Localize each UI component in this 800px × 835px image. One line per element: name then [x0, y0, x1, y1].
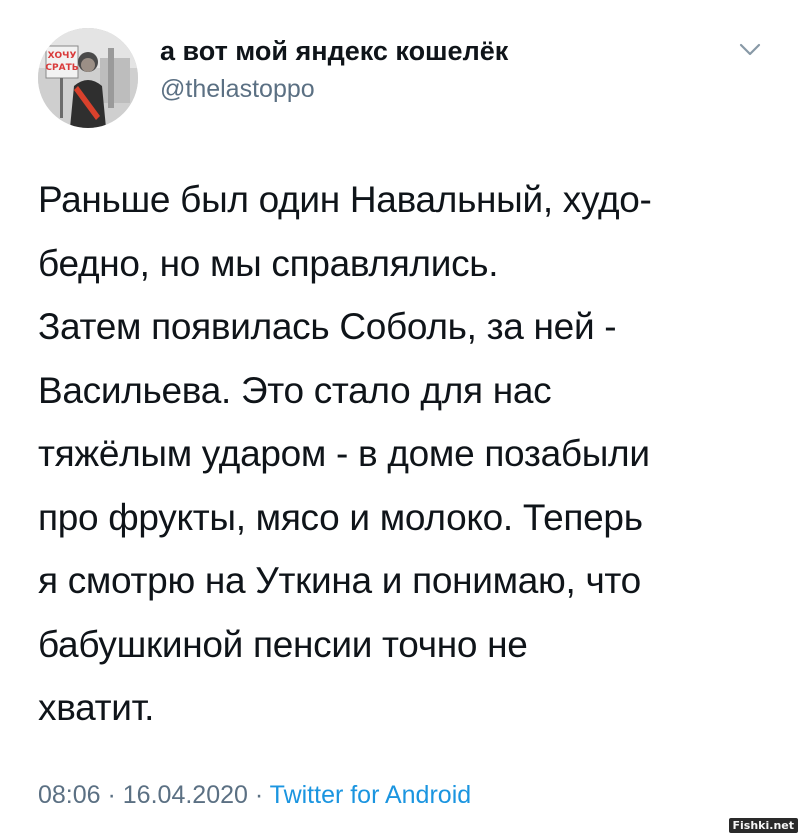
svg-text:ХОЧУ: ХОЧУ	[48, 51, 77, 61]
tweet-text-line: бабушкиной пенсии точно не	[38, 623, 528, 665]
tweet-menu-button[interactable]	[733, 38, 767, 62]
tweet-author: а вот мой яндекс кошелёк @thelastoppo	[160, 34, 508, 106]
tweet-text: Раньше был один Навальный, худо- бедно, …	[38, 168, 778, 740]
meta-separator: ·	[247, 781, 270, 809]
chevron-down-icon	[739, 43, 761, 56]
svg-text:СРАТЬ: СРАТЬ	[45, 63, 78, 73]
tweet-text-line: хватит.	[38, 687, 155, 728]
tweet-date[interactable]: 16.04.2020	[123, 781, 248, 809]
tweet-meta: 08:06 · 16.04.2020 · Twitter for Android	[38, 778, 471, 812]
watermark: Fishki.net	[728, 818, 798, 833]
tweet-text-line: бедно, но мы справлялись.	[38, 242, 499, 284]
meta-separator: ·	[100, 781, 123, 809]
display-name[interactable]: а вот мой яндекс кошелёк	[160, 34, 508, 68]
avatar[interactable]: ХОЧУ СРАТЬ	[38, 28, 138, 128]
tweet-text-line: я смотрю на Уткина и понимаю, что	[38, 560, 641, 601]
tweet-time[interactable]: 08:06	[38, 781, 101, 809]
tweet-text-line: Васильева. Это стало для нас	[38, 369, 552, 411]
tweet-text-line: тяжёлым ударом - в доме позабыли	[38, 433, 650, 474]
tweet-text-line: про фрукты, мясо и молоко. Теперь	[38, 496, 643, 538]
tweet-text-line: Раньше был один Навальный, худо-	[38, 179, 652, 220]
tweet-card: ХОЧУ СРАТЬ а вот мой яндекс кошелёк @the…	[0, 0, 800, 835]
tweet-text-line: Затем появилась Соболь, за ней -	[38, 306, 617, 347]
tweet-source-link[interactable]: Twitter for Android	[270, 781, 471, 809]
user-handle[interactable]: @thelastoppo	[160, 72, 508, 106]
avatar-photo: ХОЧУ СРАТЬ	[38, 28, 138, 128]
